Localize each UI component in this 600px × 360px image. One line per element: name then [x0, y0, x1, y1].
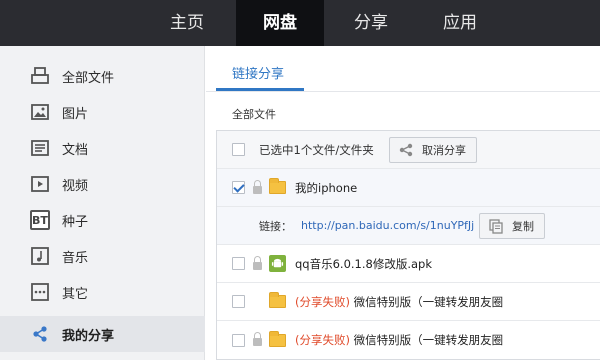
- lock-icon: [253, 179, 262, 194]
- nav-share[interactable]: 分享: [334, 0, 408, 46]
- sidebar-item-label: 文档: [62, 142, 89, 158]
- list-item[interactable]: qq音乐6.0.1.8修改版.apk: [217, 245, 600, 283]
- file-name[interactable]: (分享失败) 微信特别版（一键转发朋友圈: [295, 294, 503, 310]
- sidebar-item-images[interactable]: 图片: [0, 94, 205, 130]
- top-nav-bar: 主页 网盘 分享 应用: [0, 0, 600, 46]
- more-dots-icon: [30, 282, 50, 302]
- nav-netdisk[interactable]: 网盘: [236, 0, 324, 46]
- share-link-url[interactable]: http://pan.baidu.com/s/1nuYPfJj: [301, 219, 474, 232]
- sidebar-item-all-files[interactable]: 全部文件: [0, 58, 205, 94]
- file-name-text: 微信特别版（一键转发朋友圈: [349, 333, 504, 347]
- share-icon: [30, 324, 50, 344]
- row-checkbox[interactable]: [232, 333, 245, 347]
- file-name-text: 微信特别版（一键转发朋友圈: [349, 294, 504, 309]
- selection-count-text: 已选中1个文件/文件夹: [259, 142, 374, 157]
- list-item[interactable]: (分享失败) 微信特别版（一键转发朋友圈: [217, 283, 600, 321]
- lock-icon: [253, 255, 262, 270]
- row-checkbox[interactable]: [232, 295, 245, 308]
- video-icon: [30, 174, 50, 194]
- copy-link-button[interactable]: 复制: [479, 212, 545, 239]
- file-name[interactable]: qq音乐6.0.1.8修改版.apk: [295, 256, 432, 272]
- divider: [206, 91, 600, 92]
- list-item[interactable]: 我的iphone: [217, 169, 600, 207]
- image-icon: [30, 102, 50, 122]
- nav-apps[interactable]: 应用: [422, 0, 498, 46]
- sidebar-item-label: 音乐: [62, 250, 89, 266]
- cancel-share-label: 取消分享: [422, 143, 466, 157]
- nav-home[interactable]: 主页: [150, 0, 224, 46]
- sidebar-item-my-shares[interactable]: 我的分享: [0, 316, 205, 352]
- copy-icon: [488, 218, 504, 234]
- sidebar-item-label: 种子: [62, 214, 89, 230]
- sidebar-item-label: 我的分享: [62, 328, 115, 344]
- share-link-row: 链接： http://pan.baidu.com/s/1nuYPfJj 复制: [217, 207, 600, 245]
- sidebar-item-label: 视频: [62, 178, 89, 194]
- sidebar-item-label: 全部文件: [62, 70, 115, 86]
- folder-icon: [269, 292, 286, 308]
- share-icon: [398, 142, 414, 158]
- breadcrumb[interactable]: 全部文件: [232, 106, 276, 122]
- sidebar-item-label: 其它: [62, 286, 89, 302]
- sidebar-item-torrents[interactable]: BT 种子: [0, 202, 205, 238]
- shared-file-list: 已选中1个文件/文件夹 取消分享 我的iphone 链接： http://pan…: [216, 130, 600, 360]
- sidebar-item-label: 图片: [62, 106, 89, 122]
- document-icon: [30, 138, 50, 158]
- music-note-icon: [30, 246, 50, 266]
- link-label: 链接：: [259, 219, 292, 233]
- android-apk-icon: [269, 255, 286, 272]
- bt-torrent-icon: BT: [30, 210, 50, 230]
- file-name[interactable]: 我的iphone: [295, 180, 357, 196]
- sidebar-item-other[interactable]: 其它: [0, 274, 205, 310]
- folder-icon: [269, 330, 286, 347]
- main-panel: 链接分享 全部文件 已选中1个文件/文件夹 取消分享 我的iphone 链接： …: [206, 46, 600, 360]
- folder-icon: [269, 178, 286, 194]
- copy-label: 复制: [512, 219, 534, 233]
- file-name[interactable]: (分享失败) 微信特别版（一键转发朋友圈: [295, 332, 503, 348]
- printer-icon: [30, 66, 50, 86]
- sidebar-item-videos[interactable]: 视频: [0, 166, 205, 202]
- sidebar: 全部文件 图片 文档 视频 BT 种子 音乐 其它 我的分享: [0, 46, 205, 360]
- lock-icon: [253, 332, 262, 346]
- select-all-checkbox[interactable]: [232, 143, 245, 156]
- cancel-share-button[interactable]: 取消分享: [389, 136, 477, 163]
- row-checkbox[interactable]: [232, 257, 245, 270]
- share-failed-status: (分享失败): [295, 333, 350, 347]
- share-failed-status: (分享失败): [295, 294, 350, 309]
- selection-header-row: 已选中1个文件/文件夹 取消分享: [217, 131, 600, 169]
- row-checkbox[interactable]: [232, 181, 245, 194]
- sidebar-item-music[interactable]: 音乐: [0, 238, 205, 274]
- list-item[interactable]: (分享失败) 微信特别版（一键转发朋友圈: [217, 321, 600, 359]
- sidebar-item-documents[interactable]: 文档: [0, 130, 205, 166]
